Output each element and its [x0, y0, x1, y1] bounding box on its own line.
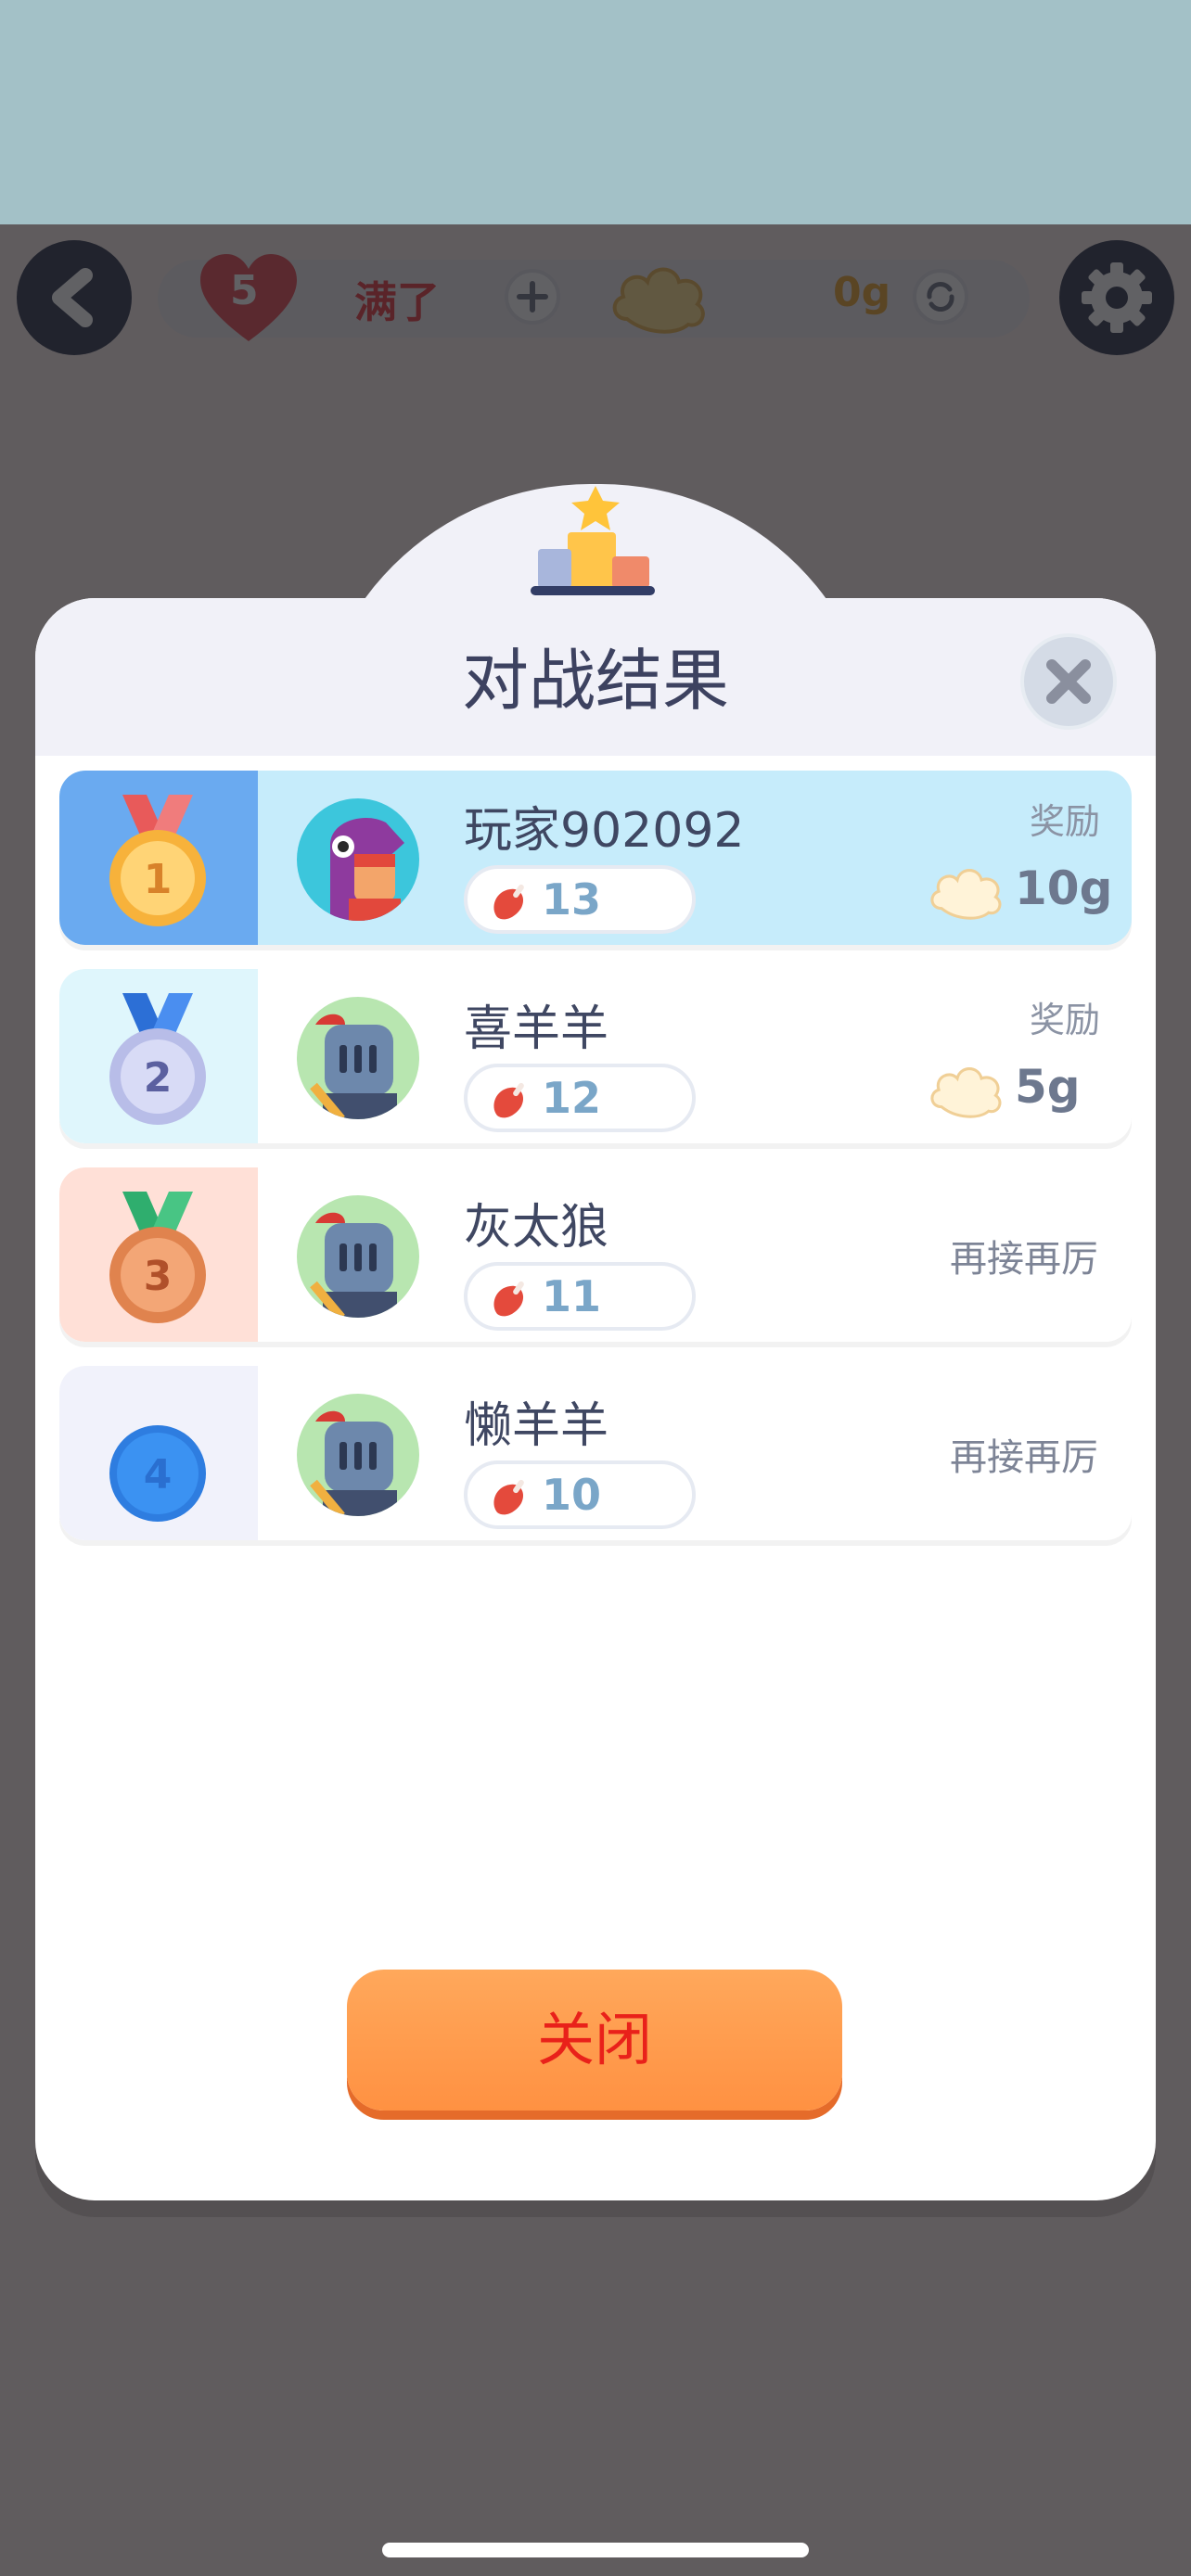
result-row-2: 2 喜羊羊 12 奖励 5g	[59, 969, 1132, 1143]
bronze-medal-icon: 3	[109, 1192, 206, 1323]
meat-icon	[493, 1281, 524, 1317]
podium-icon	[531, 486, 655, 595]
score-pill: 12	[464, 1064, 696, 1132]
medal-rank: 1	[144, 856, 173, 903]
home-indicator[interactable]	[382, 2543, 809, 2557]
rank-badge-icon: 4	[109, 1425, 206, 1522]
score-pill: 13	[464, 865, 696, 934]
result-row-4: 4 懒羊羊 10 再接再厉	[59, 1366, 1132, 1540]
dialog-close-button[interactable]	[1020, 633, 1117, 730]
encourage-message: 再接再厉	[950, 1238, 1098, 1281]
knight-icon	[310, 1212, 397, 1318]
score-value: 12	[542, 1073, 602, 1123]
knight-avatar	[297, 1394, 419, 1516]
score-value: 10	[542, 1470, 602, 1520]
dragon-icon	[330, 817, 404, 921]
score-value: 11	[542, 1271, 602, 1321]
knight-avatar	[297, 1195, 419, 1318]
meat-icon	[493, 1082, 524, 1118]
medal-rank: 2	[144, 1054, 173, 1102]
player-name: 灰太狼	[464, 1200, 609, 1256]
score-pill: 11	[464, 1262, 696, 1331]
medal-rank: 3	[144, 1253, 173, 1300]
player-name: 喜羊羊	[464, 1001, 609, 1057]
battle-result-dialog: 对战结果 1 玩家902092 13 奖励 10g 2 喜羊羊 12 奖励 5g…	[35, 598, 1156, 2200]
reward-value: 10g	[1015, 861, 1113, 915]
silver-medal-icon: 2	[109, 993, 206, 1125]
reward-value: 5g	[1015, 1060, 1081, 1114]
result-row-3: 3 灰太狼 11 再接再厉	[59, 1167, 1132, 1342]
dialog-title: 对战结果	[461, 642, 729, 720]
cloud-reward-icon	[930, 1067, 1002, 1118]
meat-icon	[493, 1479, 524, 1515]
player-name: 玩家902092	[464, 803, 745, 859]
dragon-avatar	[297, 798, 419, 921]
gold-medal-icon: 1	[109, 795, 206, 926]
encourage-message: 再接再厉	[950, 1436, 1098, 1479]
cloud-reward-icon	[930, 869, 1002, 920]
medal-rank: 4	[144, 1451, 173, 1498]
reward-label: 奖励	[1029, 1000, 1100, 1040]
player-name: 懒羊羊	[464, 1398, 609, 1454]
knight-avatar	[297, 997, 419, 1119]
meat-icon	[493, 884, 524, 920]
knight-icon	[310, 1014, 397, 1119]
dialog-header: 对战结果	[35, 598, 1156, 756]
close-icon	[1046, 659, 1091, 704]
close-button[interactable]: 关闭	[347, 1970, 842, 2111]
score-pill: 10	[464, 1460, 696, 1529]
reward-label: 奖励	[1029, 801, 1100, 842]
result-row-1: 1 玩家902092 13 奖励 10g	[59, 771, 1132, 945]
knight-icon	[310, 1410, 397, 1516]
score-value: 13	[542, 874, 602, 925]
